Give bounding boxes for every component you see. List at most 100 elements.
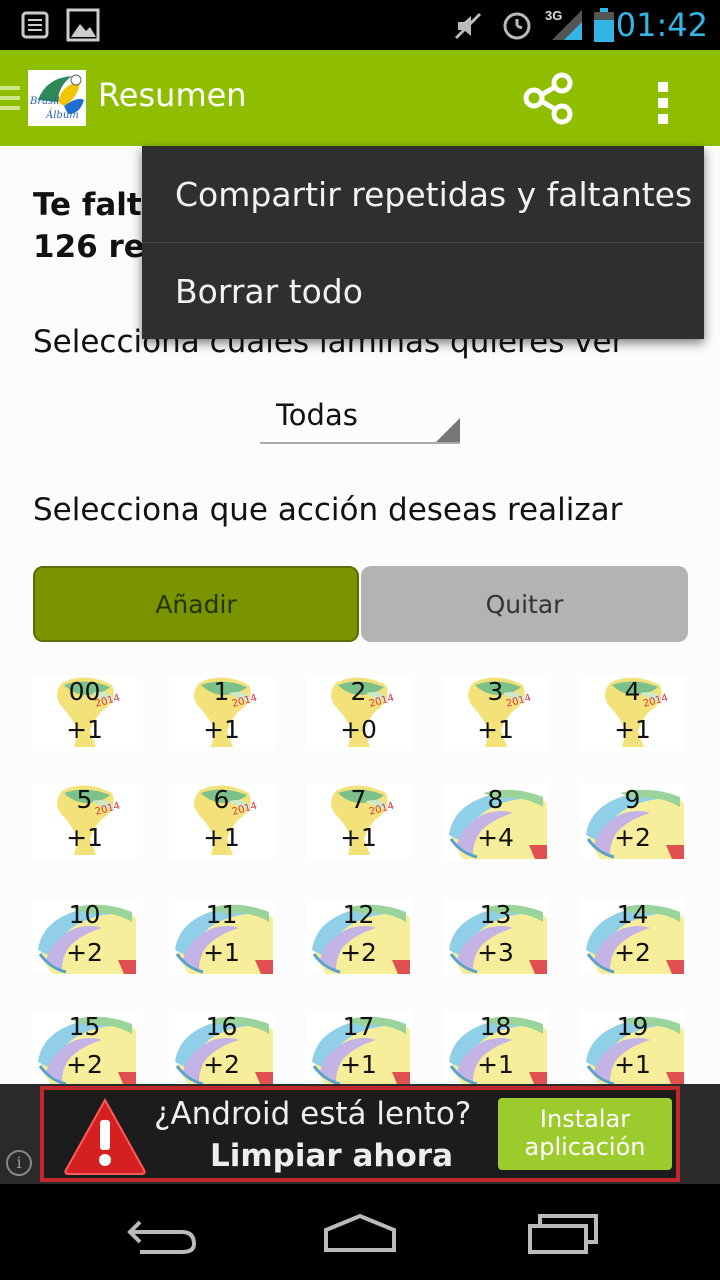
sticker-count: +2 [66, 1050, 103, 1079]
sticker-number: 19 [616, 1012, 649, 1041]
navigation-bar [0, 1184, 720, 1280]
sticker-count: +2 [203, 1050, 240, 1079]
sticker-number: 17 [342, 1012, 375, 1041]
sticker-item[interactable]: 9 +2 [580, 783, 685, 859]
sticker-count: +2 [614, 823, 651, 852]
mute-icon [454, 12, 482, 40]
sticker-item[interactable]: 10 +2 [32, 898, 137, 974]
sticker-number: 4 [624, 677, 641, 706]
action-label: Selecciona que acción deseas realizar [33, 492, 623, 528]
sticker-count: +1 [477, 715, 514, 744]
sticker-item[interactable]: 18 +1 [443, 1010, 548, 1084]
home-icon [324, 1213, 396, 1252]
sticker-count: +1 [614, 1050, 651, 1079]
sticker-count: +1 [66, 715, 103, 744]
recent-apps-button[interactable] [512, 1204, 612, 1260]
ad-area: i ¿Android está lento? Limpiar ahora Ins… [0, 1084, 720, 1184]
sticker-item[interactable]: 2014 2 +0 [306, 675, 411, 751]
sticker-count: +0 [340, 715, 377, 744]
image-icon [66, 8, 100, 42]
sticker-item[interactable]: 15 +2 [32, 1010, 137, 1084]
sticker-item[interactable]: 2014 7 +1 [306, 783, 411, 859]
sticker-count: +1 [203, 715, 240, 744]
signal-icon [552, 10, 582, 40]
sticker-number: 1 [213, 677, 230, 706]
sticker-number: 13 [479, 900, 512, 929]
sticker-count: +2 [340, 938, 377, 967]
sticker-item[interactable]: 2014 00 +1 [32, 675, 137, 751]
menu-item-share-repeated-missing[interactable]: Compartir repetidas y faltantes [142, 146, 704, 242]
battery-icon [594, 8, 614, 42]
status-bar: 3G 01:42 [0, 0, 720, 50]
sticker-count: +1 [66, 823, 103, 852]
sticker-number: 18 [479, 1012, 512, 1041]
ad-install-button[interactable]: Instalar aplicación [498, 1098, 672, 1170]
sticker-count: +1 [340, 823, 377, 852]
ad-banner[interactable]: ¿Android está lento? Limpiar ahora Insta… [40, 1086, 680, 1182]
sticker-item[interactable]: 16 +2 [169, 1010, 274, 1084]
remove-button[interactable]: Quitar [361, 566, 688, 642]
ad-install-line1: Instalar [539, 1105, 631, 1133]
sticker-item[interactable]: 8 +4 [443, 783, 548, 859]
filter-spinner[interactable]: Todas [260, 394, 460, 444]
sticker-item[interactable]: 12 +2 [306, 898, 411, 974]
logo-text-brasil: Brasil [30, 96, 60, 107]
sticker-item[interactable]: 14 +2 [580, 898, 685, 974]
sticker-count: +1 [340, 1050, 377, 1079]
sticker-item[interactable]: 13 +3 [443, 898, 548, 974]
sticker-number: 7 [350, 785, 367, 814]
sticker-count: +2 [66, 938, 103, 967]
sticker-item[interactable]: 2014 4 +1 [580, 675, 685, 751]
sticker-number: 5 [76, 785, 93, 814]
sticker-number: 00 [68, 677, 101, 706]
share-button[interactable] [520, 72, 580, 128]
sticker-item[interactable]: 2014 1 +1 [169, 675, 274, 751]
drawer-icon[interactable] [0, 86, 24, 116]
sticker-number: 10 [68, 900, 101, 929]
sticker-count: +1 [614, 715, 651, 744]
ad-install-line2: aplicación [524, 1133, 646, 1161]
sticker-number: 16 [205, 1012, 238, 1041]
sticker-number: 14 [616, 900, 649, 929]
sticker-number: 6 [213, 785, 230, 814]
app-logo[interactable]: Brasil Álbum [28, 70, 86, 126]
sticker-count: +1 [477, 1050, 514, 1079]
back-icon [127, 1220, 197, 1254]
ad-info-icon[interactable]: i [6, 1150, 32, 1176]
action-bar: Brasil Álbum Resumen [0, 50, 720, 146]
sticker-item[interactable]: 19 +1 [580, 1010, 685, 1084]
sticker-number: 3 [487, 677, 504, 706]
sticker-number: 11 [205, 900, 238, 929]
sticker-item[interactable]: 2014 3 +1 [443, 675, 548, 751]
sticker-number: 8 [487, 785, 504, 814]
sticker-count: +1 [203, 823, 240, 852]
sticker-count: +1 [203, 938, 240, 967]
sticker-item[interactable]: 11 +1 [169, 898, 274, 974]
home-button[interactable] [310, 1204, 410, 1260]
ad-subline: Limpiar ahora [210, 1138, 453, 1174]
back-button[interactable] [110, 1204, 210, 1260]
menu-item-clear-all[interactable]: Borrar todo [142, 243, 704, 339]
sticker-number: 9 [624, 785, 641, 814]
sticker-item[interactable]: 2014 5 +1 [32, 783, 137, 859]
sticker-number: 2 [350, 677, 367, 706]
spinner-arrow-icon [436, 418, 460, 442]
notification-list-icon [21, 11, 49, 39]
sticker-number: 15 [68, 1012, 101, 1041]
sticker-count: +3 [477, 938, 514, 967]
overflow-menu-button[interactable] [648, 74, 680, 130]
more-vert-icon [658, 82, 668, 124]
overflow-menu: Compartir repetidas y faltantes Borrar t… [142, 146, 704, 339]
ad-headline: ¿Android está lento? [154, 1096, 472, 1132]
sticker-item[interactable]: 2014 6 +1 [169, 783, 274, 859]
add-button[interactable]: Añadir [33, 566, 359, 642]
page-title: Resumen [98, 76, 247, 114]
sticker-item[interactable]: 17 +1 [306, 1010, 411, 1084]
clock: 01:42 [615, 6, 708, 44]
filter-selected-value: Todas [276, 398, 358, 432]
sticker-count: +4 [477, 823, 514, 852]
alarm-icon [503, 12, 531, 40]
warning-icon [64, 1097, 146, 1175]
recent-apps-icon [528, 1214, 598, 1254]
logo-text-album: Álbum [46, 110, 79, 121]
